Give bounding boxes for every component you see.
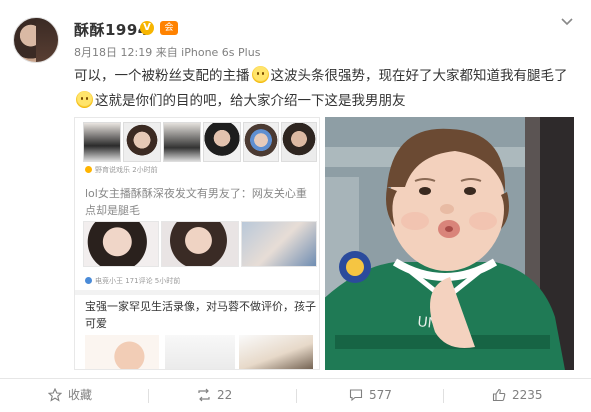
thumbnail <box>243 122 279 162</box>
thumbnail <box>203 122 241 162</box>
favorite-label: 收藏 <box>68 388 93 402</box>
toddler-photo-image[interactable]: UNDE <box>325 117 574 370</box>
toddler-illustration: UNDE <box>325 117 574 370</box>
news-source: 电竞小王 171评论 5小时前 <box>85 276 180 286</box>
thumbnail <box>123 122 161 162</box>
news-screenshot-image[interactable]: 野育说戏乐 2小时前 lol女主播酥酥深夜发文有男友了：网友关心重点却是腿毛 电… <box>74 117 320 370</box>
comment-button[interactable]: 577 <box>349 379 392 412</box>
like-count: 2235 <box>512 388 543 402</box>
username[interactable]: 酥酥1994 <box>74 19 149 40</box>
photo <box>161 221 239 267</box>
divider <box>443 389 444 403</box>
post-text: 可以，一个被粉丝支配的主播 这波头条很强势，现在好了大家都知道我有腿毛了这就是你们… <box>74 64 576 114</box>
post-text-part1: 可以，一个被粉丝支配的主播 <box>74 68 250 84</box>
photo <box>83 221 159 267</box>
member-level-icon: 会 <box>160 21 178 35</box>
divider <box>148 389 149 403</box>
smile-emoji-icon <box>76 91 93 108</box>
star-icon <box>47 387 63 402</box>
action-bar: 收藏 22 577 2235 <box>0 379 591 412</box>
divider <box>296 389 297 403</box>
photo <box>85 335 159 369</box>
thumbnail-strip <box>83 122 317 164</box>
divider <box>75 290 319 295</box>
photo <box>241 221 317 267</box>
photo <box>239 335 313 369</box>
thumbnail <box>163 122 201 162</box>
repost-icon <box>198 388 210 402</box>
headline-photos <box>83 221 317 267</box>
news-headline: 宝强一家罕见生活录像，对马蓉不做评价，孩子可爱 <box>85 300 316 330</box>
repost-button[interactable]: 22 <box>197 379 232 412</box>
comment-count: 577 <box>369 388 392 402</box>
avatar[interactable] <box>13 17 59 63</box>
post-text-part2: 这波头条很强势，现在好了大家都知道我有腿毛了 <box>270 68 568 84</box>
news-source: 野育说戏乐 2小时前 <box>85 165 158 175</box>
thumbnail <box>281 122 317 162</box>
repost-count: 22 <box>217 388 233 402</box>
photo <box>165 335 235 369</box>
comment-icon <box>349 389 363 402</box>
thumbnail <box>83 122 121 162</box>
like-button[interactable]: 2235 <box>492 379 543 412</box>
weibo-post-card: 酥酥1994 V 会 8月18日 12:19 来自 iPhone 6s Plus… <box>0 0 591 412</box>
favorite-button[interactable]: 收藏 <box>47 379 93 412</box>
smile-emoji-icon <box>251 66 269 83</box>
news-headline: lol女主播酥酥深夜发文有男友了：网友关心重点却是腿毛 <box>85 187 307 217</box>
thumbs-up-icon <box>492 388 506 402</box>
post-text-part3: 这就是你们的目的吧，给大家介绍一下这是我男朋友 <box>95 93 406 109</box>
verified-badge-icon: V <box>140 21 154 35</box>
chevron-down-icon[interactable] <box>560 15 574 29</box>
post-meta: 8月18日 12:19 来自 iPhone 6s Plus <box>74 46 261 59</box>
